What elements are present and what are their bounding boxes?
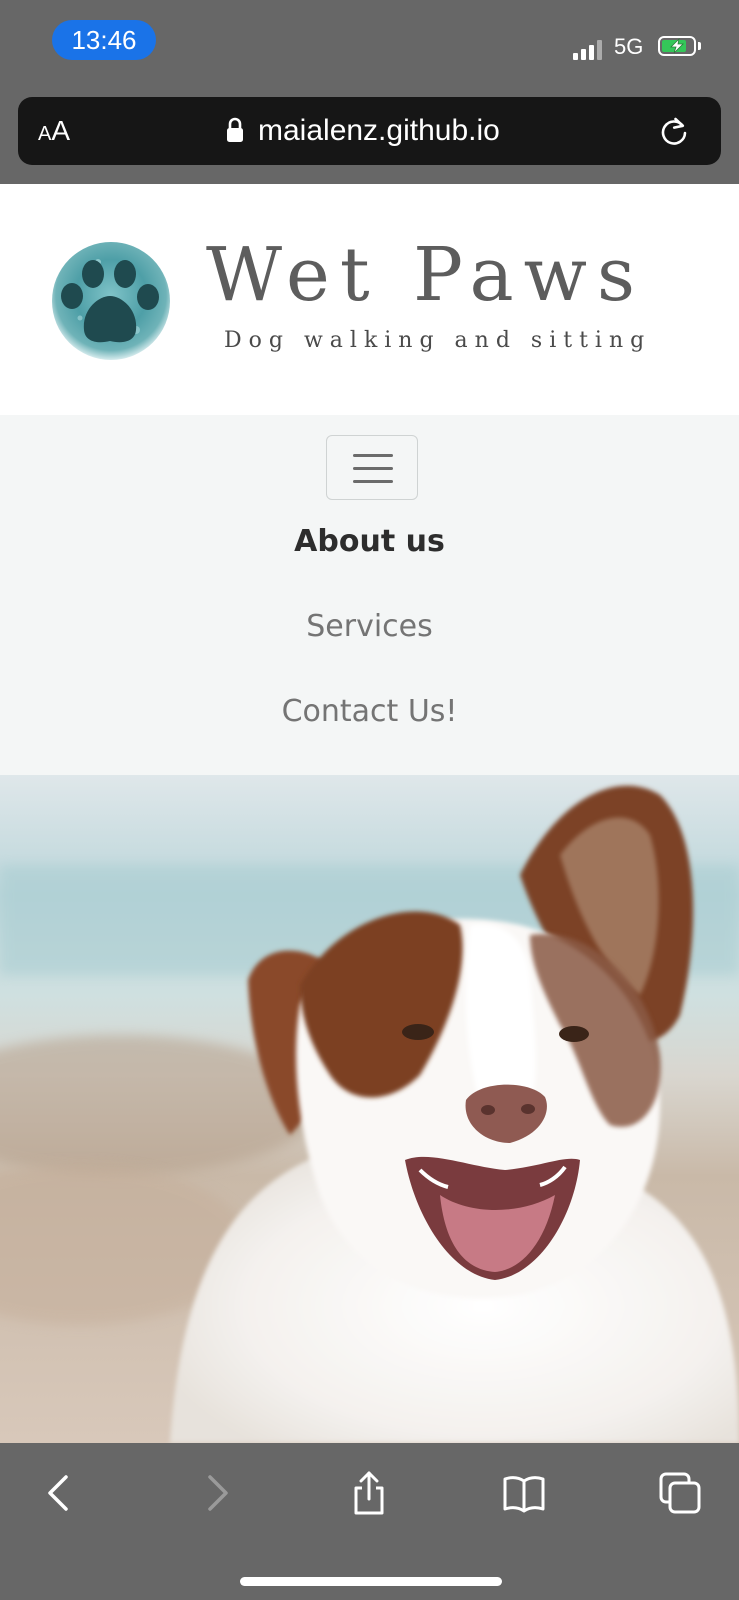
- charging-bolt-icon: [670, 38, 684, 54]
- text-size-large-label: A: [51, 115, 71, 146]
- forward-icon[interactable]: [194, 1471, 238, 1515]
- text-size-button[interactable]: AA: [38, 97, 70, 165]
- bookmarks-icon[interactable]: [502, 1471, 546, 1515]
- address-bar[interactable]: AA maialenz.github.io: [18, 97, 721, 165]
- signal-strength-icon: [573, 38, 605, 60]
- site-tagline: Dog walking and sitting: [224, 328, 652, 353]
- nav-link-contact-us[interactable]: Contact Us!: [0, 692, 739, 732]
- home-indicator: [240, 1577, 502, 1586]
- status-time[interactable]: 13:46: [52, 20, 156, 60]
- hamburger-menu-icon: [353, 454, 393, 457]
- nav-link-services[interactable]: Services: [0, 607, 739, 647]
- nav-toggle-button[interactable]: [326, 435, 418, 500]
- reload-icon[interactable]: [658, 115, 690, 147]
- back-icon[interactable]: [38, 1471, 82, 1515]
- url-text[interactable]: maialenz.github.io: [258, 97, 500, 165]
- network-type: 5G: [614, 34, 644, 59]
- dog-photo: [0, 775, 739, 1443]
- text-size-small-label: A: [38, 123, 52, 145]
- hamburger-bar: [353, 480, 393, 483]
- tabs-icon[interactable]: [658, 1471, 702, 1515]
- share-icon[interactable]: [347, 1471, 391, 1515]
- hamburger-bar: [353, 467, 393, 470]
- battery-icon: [658, 36, 696, 56]
- paw-print-icon[interactable]: [50, 240, 172, 362]
- lock-icon: [227, 117, 243, 142]
- status-bar: 13:46 5G: [0, 0, 739, 90]
- site-title[interactable]: Wet Paws: [206, 232, 645, 318]
- nav-link-about-us[interactable]: About us: [0, 522, 739, 562]
- hero-dog-image: [0, 775, 739, 1443]
- battery-tip: [698, 42, 701, 50]
